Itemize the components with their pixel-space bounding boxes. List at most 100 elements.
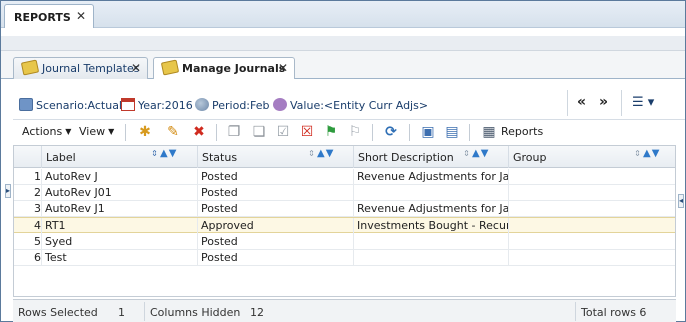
reports-icon[interactable]: ▦ — [481, 124, 497, 140]
status-bar: Rows Selected 1 Columns Hidden 12 Total … — [13, 299, 676, 322]
pov-period-label: Period:Feb — [212, 99, 270, 112]
report-window-icon[interactable]: ▣ — [420, 124, 436, 140]
toolbar-divider — [125, 124, 126, 141]
cell-label: AutoRev J01 — [41, 185, 197, 201]
sort-descending-icon: ▼ — [168, 148, 177, 159]
sort-icon[interactable]: ⇕ ▲▼ — [462, 148, 489, 159]
cell-description — [353, 185, 508, 201]
close-icon[interactable]: ✕ — [76, 9, 86, 23]
reports-button[interactable]: Reports — [501, 125, 543, 138]
table-row[interactable]: 1 AutoRev J Posted Revenue Adjustments f… — [14, 169, 675, 185]
pov-value-label: Value:<Entity Curr Adjs> — [290, 99, 429, 112]
cell-status: Approved — [197, 218, 353, 234]
sort-ascending-icon: ▲ — [160, 148, 168, 159]
view-menu[interactable]: View ▼ — [79, 125, 114, 138]
cell-status: Posted — [197, 169, 353, 185]
previous-arrow-icon[interactable]: « — [577, 94, 586, 110]
table-row[interactable]: 5 Syed Posted — [14, 234, 675, 250]
actions-menu-label: Actions — [22, 125, 63, 138]
new-journal-icon[interactable]: ✱ — [137, 124, 153, 140]
column-header-group[interactable]: Group ⇕ ▲▼ — [508, 146, 675, 168]
reject-x-icon[interactable]: ☒ — [299, 124, 315, 140]
toolbar-divider — [469, 124, 470, 141]
rows-selected-value: 1 — [118, 306, 125, 319]
columns-hidden-value: 12 — [250, 306, 264, 319]
journal-icon — [160, 59, 180, 76]
paste-icon[interactable]: ❏ — [251, 124, 267, 140]
left-collapse-handle[interactable]: ▸ — [5, 184, 11, 198]
sort-toggle-icon: ⇕ — [634, 149, 641, 158]
unpost-flag-icon[interactable]: ⚐ — [347, 124, 363, 140]
tab-manage-journals-label: Manage Journals — [182, 62, 286, 75]
header-band — [1, 36, 685, 51]
cell-description — [353, 250, 508, 266]
sort-icon[interactable]: ⇕ ▲▼ — [307, 149, 333, 159]
window-frame: REPORTS ✕ Journal Templates ✕ Manage Jou… — [0, 0, 686, 322]
toolbar: Actions ▼ View ▼ ✱ ✎ ✖ ❐ ❏ ☑ ☒ ⚑ ⚐ ⟳ ▣ ▤ ▦… — [13, 119, 685, 144]
copy-icon[interactable]: ❐ — [226, 124, 242, 140]
scenario-icon — [19, 98, 33, 111]
chevron-down-icon: ▼ — [108, 127, 115, 136]
column-header-label[interactable]: Label ⇕ ▲▼ — [41, 146, 197, 168]
next-arrow-icon[interactable]: » — [599, 94, 608, 110]
pov-scenario[interactable]: Scenario:Actual — [19, 98, 122, 112]
sort-toggle-icon: ⇕ — [463, 149, 470, 158]
pov-year[interactable]: Year:2016 — [121, 98, 193, 112]
sort-toggle-icon: ⇕ — [308, 149, 315, 158]
cell-group — [508, 185, 675, 201]
row-number-header — [14, 146, 41, 168]
cell-status: Posted — [197, 201, 353, 217]
right-collapse-handle[interactable]: ◂ — [678, 194, 684, 208]
cell-status: Posted — [197, 185, 353, 201]
column-description-text: Short Description — [358, 151, 454, 164]
cell-group — [508, 201, 675, 217]
status-divider — [144, 302, 145, 321]
column-header-status[interactable]: Status ⇕ ▲▼ — [197, 146, 353, 168]
actions-menu[interactable]: Actions ▼ — [22, 125, 71, 138]
table-row-selected[interactable]: 4 RT1 Approved Investments Bought - Recu… — [14, 217, 675, 234]
tab-journal-templates-label: Journal Templates — [42, 62, 140, 75]
tab-manage-journals[interactable]: Manage Journals ✕ — [153, 57, 295, 80]
row-number: 3 — [34, 202, 41, 215]
edit-pencil-icon[interactable]: ✎ — [165, 124, 181, 140]
sort-icon[interactable]: ⇕ ▲▼ — [150, 148, 177, 159]
inner-tab-strip: Journal Templates ✕ Manage Journals ✕ — [1, 51, 685, 80]
cell-status: Posted — [197, 250, 353, 266]
close-icon[interactable]: ✕ — [131, 61, 141, 75]
top-tab-strip: REPORTS ✕ — [1, 1, 685, 28]
approve-check-icon[interactable]: ☑ — [275, 124, 291, 140]
close-icon[interactable]: ✕ — [278, 61, 288, 75]
column-header-short-description[interactable]: Short Description ⇕ ▲▼ — [353, 146, 508, 168]
pov-value[interactable]: Value:<Entity Curr Adjs> — [273, 98, 428, 112]
cell-description: Investments Bought - Recurring — [353, 218, 508, 234]
tab-reports[interactable]: REPORTS ✕ — [4, 4, 94, 28]
table-row[interactable]: 2 AutoRev J01 Posted — [14, 185, 675, 201]
columns-hidden-label: Columns Hidden — [150, 306, 241, 319]
report-export-icon[interactable]: ▤ — [444, 124, 460, 140]
table-row[interactable]: 6 Test Posted — [14, 250, 675, 266]
post-flag-icon[interactable]: ⚑ — [323, 124, 339, 140]
toolbar-divider — [216, 124, 217, 141]
sort-descending-icon: ▼ — [480, 148, 489, 159]
refresh-icon[interactable]: ⟳ — [383, 124, 399, 140]
pov-scenario-label: Scenario:Actual — [36, 99, 122, 112]
cell-label: RT1 — [41, 218, 197, 234]
table-row[interactable]: 3 AutoRev J1 Posted Revenue Adjustments … — [14, 201, 675, 217]
cell-label: AutoRev J1 — [41, 201, 197, 217]
tab-journal-templates[interactable]: Journal Templates ✕ — [13, 57, 148, 79]
row-number: 4 — [34, 219, 41, 232]
sort-icon[interactable]: ⇕ ▲▼ — [633, 148, 660, 159]
row-number: 5 — [34, 235, 41, 248]
pov-divider — [567, 90, 568, 116]
pov-year-label: Year:2016 — [138, 99, 193, 112]
row-number: 2 — [34, 186, 41, 199]
column-status-text: Status — [202, 151, 238, 164]
cell-group — [508, 250, 675, 266]
view-menu-label: View — [79, 125, 106, 138]
sort-descending-icon: ▼ — [651, 148, 660, 159]
cell-description: Revenue Adjustments for Jan - — [353, 201, 508, 217]
menu-icon[interactable]: ☰ ▾ — [632, 95, 654, 110]
total-rows: Total rows 6 — [581, 306, 647, 319]
pov-period[interactable]: Period:Feb — [195, 98, 269, 112]
delete-x-icon[interactable]: ✖ — [191, 124, 207, 140]
